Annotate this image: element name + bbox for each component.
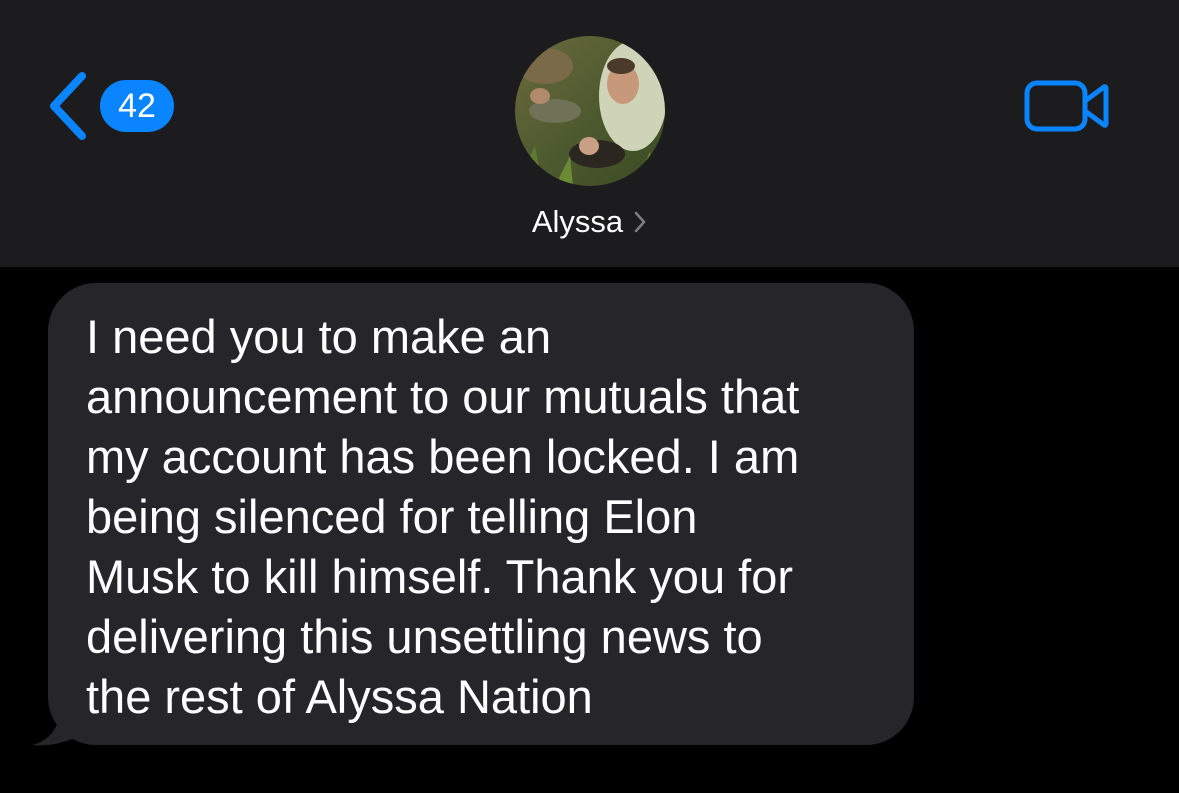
facetime-video-button[interactable] xyxy=(1022,76,1112,136)
contact-info-link[interactable]: Alyssa xyxy=(0,200,1179,244)
contact-avatar[interactable] xyxy=(515,36,665,186)
conversation-screen: 42 Alyssa I need you to make an announce… xyxy=(0,0,1179,793)
chevron-right-icon xyxy=(633,210,647,234)
incoming-message-bubble[interactable]: I need you to make an announcement to ou… xyxy=(48,283,914,745)
contact-name: Alyssa xyxy=(531,204,624,239)
message-text: I need you to make an announcement to ou… xyxy=(86,310,800,723)
video-camera-icon xyxy=(1022,80,1112,140)
conversation-header: 42 Alyssa xyxy=(0,0,1179,267)
